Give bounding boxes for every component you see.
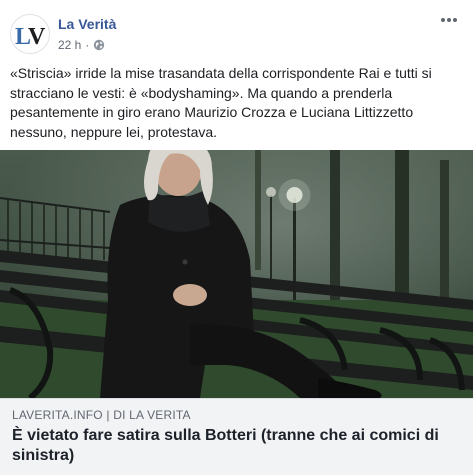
link-preview-image[interactable] [0,150,473,398]
post-text: «Striscia» irride la mise trasandata del… [10,65,432,140]
logo-letter-v: V [28,24,46,50]
facebook-post: L V La Verità 22 h · «Striscia» irride l… [0,0,473,475]
post-header: L V La Verità 22 h · [0,0,473,62]
la-verita-logo: L V [11,15,49,53]
post-meta: 22 h · [58,38,105,52]
more-options-button[interactable] [437,10,461,30]
link-title[interactable]: È vietato fare satira sulla Botteri (tra… [12,426,460,466]
post-timestamp[interactable]: 22 h [58,38,81,52]
park-bench-photo [0,150,473,398]
globe-icon [93,39,105,51]
link-preview-card[interactable]: LAVERITA.INFO | DI LA VERITA È vietato f… [0,398,473,475]
page-name-link[interactable]: La Verità [58,16,116,32]
page-avatar[interactable]: L V [10,14,50,54]
more-horizontal-icon [441,18,457,22]
link-domain: LAVERITA.INFO | DI LA VERITA [12,408,191,422]
meta-separator: · [85,38,90,52]
